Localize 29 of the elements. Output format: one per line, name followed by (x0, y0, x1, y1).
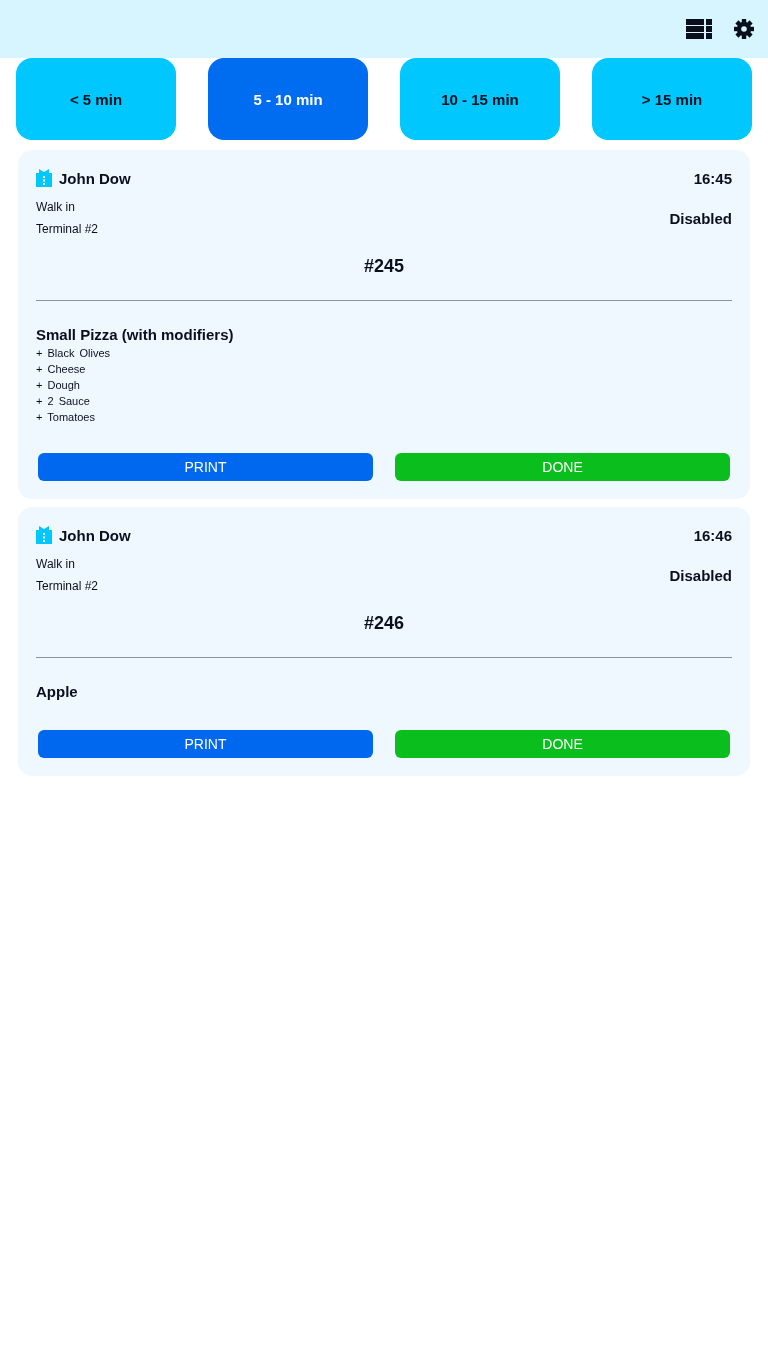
terminal-label: Terminal #2 (36, 221, 99, 238)
time-filter-tab[interactable]: 10 - 15 min (400, 58, 560, 140)
customer-name: John Dow (59, 526, 131, 544)
bag-icon (36, 169, 52, 187)
bag-icon (36, 526, 52, 544)
time-filter-tab[interactable]: > 15 min (592, 58, 752, 140)
print-button[interactable]: PRINT (38, 453, 373, 481)
settings-icon[interactable] (734, 19, 754, 39)
order-time: 16:45 (693, 169, 732, 187)
time-filter-tab[interactable]: < 5 min (16, 58, 176, 140)
time-filter-tab[interactable]: 5 - 10 min (208, 58, 368, 140)
order-status: Disabled (669, 209, 732, 227)
customer-name: John Dow (59, 169, 131, 187)
item-modifier: + Black Olives (36, 346, 110, 361)
item-modifier: + 2 Sauce (36, 394, 90, 409)
order-type: Walk in (36, 199, 75, 216)
order-number: #245 (363, 256, 404, 276)
item-name: Small Pizza (with modifiers) (36, 325, 234, 345)
order-number: #246 (363, 613, 404, 633)
print-button[interactable]: PRINT (38, 730, 373, 758)
order-time: 16:46 (693, 526, 732, 544)
item-modifier: + Cheese (36, 362, 86, 377)
list-view-icon[interactable] (686, 19, 712, 39)
item-modifier: + Tomatoes (36, 410, 95, 425)
order-type: Walk in (36, 556, 75, 573)
item-name: Apple (36, 682, 78, 702)
item-modifier: + Dough (36, 378, 80, 393)
terminal-label: Terminal #2 (36, 578, 99, 595)
order-status: Disabled (669, 566, 732, 584)
